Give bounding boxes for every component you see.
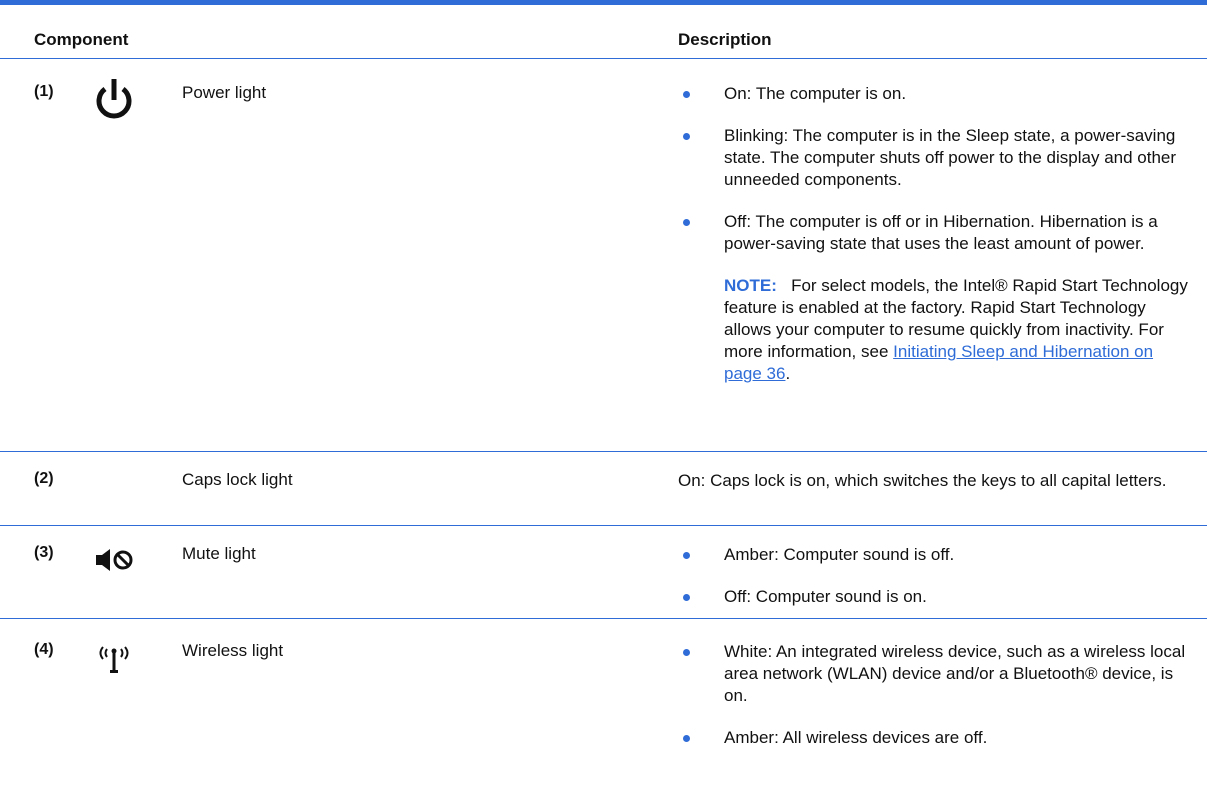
description: Amber: Computer sound is off. Off: Compu… xyxy=(678,544,1188,608)
bullet-text: Off: Computer sound is on. xyxy=(724,587,927,606)
bullet-item: Amber: All wireless devices are off. xyxy=(678,727,1188,749)
description: White: An integrated wireless device, su… xyxy=(678,641,1188,749)
bullet-text: On: The computer is on. xyxy=(724,84,907,103)
bullet-dot xyxy=(683,649,690,656)
row-number: (2) xyxy=(34,470,54,487)
row-number: (1) xyxy=(34,83,54,100)
table-row: (3) Mute light Amber: Computer sound is … xyxy=(0,526,1207,619)
bullet-dot xyxy=(683,594,690,601)
bullet-item: Amber: Computer sound is off. xyxy=(678,544,1188,566)
bullet-dot xyxy=(683,219,690,226)
header-description: Description xyxy=(678,30,772,49)
row-number: (3) xyxy=(34,544,54,561)
component-name: Power light xyxy=(182,83,267,102)
component-name: Wireless light xyxy=(182,641,284,660)
bullet-dot xyxy=(683,552,690,559)
description: On: Caps lock is on, which switches the … xyxy=(678,470,1188,492)
bullet-item: Off: The computer is off or in Hibernati… xyxy=(678,211,1188,255)
mute-icon xyxy=(84,546,144,574)
bullet-dot xyxy=(683,735,690,742)
bullet-dot xyxy=(683,133,690,140)
bullet-text: Off: The computer is off or in Hibernati… xyxy=(724,212,1158,253)
bullet-item: White: An integrated wireless device, su… xyxy=(678,641,1188,707)
power-icon xyxy=(84,77,144,125)
note-after: . xyxy=(785,364,791,383)
bullet-text: Blinking: The computer is in the Sleep s… xyxy=(724,126,1177,189)
table-row: (2) Caps lock light On: Caps lock is on,… xyxy=(0,452,1207,526)
bullet-item: Off: Computer sound is on. xyxy=(678,586,1188,608)
table-header: Component Description xyxy=(0,5,1207,59)
table-row: (1) Power light On: The computer is on. … xyxy=(0,59,1207,452)
component-name: Caps lock light xyxy=(182,470,293,489)
bullet-text: Amber: All wireless devices are off. xyxy=(724,728,988,747)
description: On: The computer is on. Blinking: The co… xyxy=(678,83,1188,385)
table-row: (4) Wireless light White: An integrated … xyxy=(0,619,1207,796)
bullet-dot xyxy=(683,91,690,98)
bullet-text: White: An integrated wireless device, su… xyxy=(724,642,1186,705)
description-text: On: Caps lock is on, which switches the … xyxy=(678,471,1167,490)
header-component: Component xyxy=(34,30,129,49)
bullet-item: Blinking: The computer is in the Sleep s… xyxy=(678,125,1188,191)
bullet-item: On: The computer is on. xyxy=(678,83,1188,105)
wireless-icon xyxy=(84,641,144,677)
note-label: NOTE: xyxy=(724,276,777,295)
row-number: (4) xyxy=(34,641,54,658)
bullet-text: Amber: Computer sound is off. xyxy=(724,545,955,564)
component-name: Mute light xyxy=(182,544,256,563)
note-block: NOTE: For select models, the Intel® Rapi… xyxy=(678,275,1188,385)
document-page: Component Description (1) Power light On… xyxy=(0,0,1207,796)
